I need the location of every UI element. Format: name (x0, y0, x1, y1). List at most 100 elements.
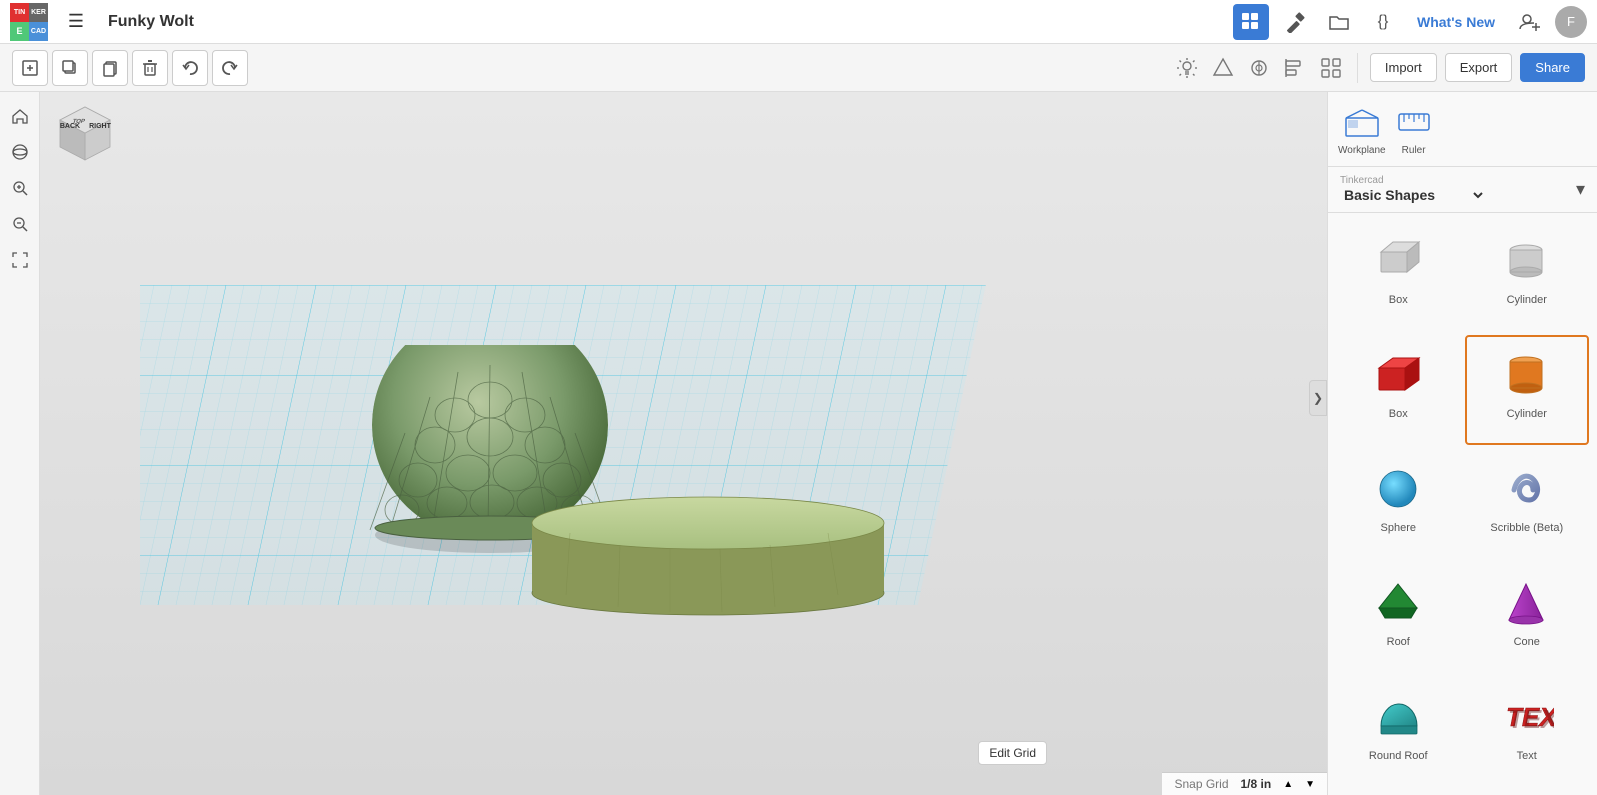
topbar-right: {} What's New F (1233, 4, 1587, 40)
shape-label-sphere: Sphere (1381, 522, 1416, 534)
delete-icon (141, 59, 159, 77)
logo-tin: TIN (10, 3, 29, 22)
import-button[interactable]: Import (1370, 53, 1437, 82)
shape-item-cylinder-orange[interactable]: Cylinder (1465, 335, 1590, 445)
shape-icon-roof (1368, 573, 1428, 633)
workplane-button[interactable]: Workplane (1338, 102, 1386, 156)
toolbar: Import Export Share (0, 44, 1597, 92)
snap-grid-down[interactable]: ▼ (1305, 779, 1315, 790)
disk-shape[interactable] (520, 445, 900, 625)
cone-svg (1499, 576, 1554, 631)
panel-collapse-button[interactable]: ❯ (1309, 380, 1327, 416)
shape-item-roundroof[interactable]: Round Roof (1336, 677, 1461, 787)
export-button[interactable]: Export (1445, 53, 1513, 82)
shapes-category-header: Tinkercad Basic Shapes Letters & Numbers… (1328, 167, 1597, 213)
redo-icon (221, 59, 239, 77)
snap-grid-bar: Snap Grid 1/8 in ▲ ▼ (1162, 772, 1327, 795)
edit-grid-button[interactable]: Edit Grid (978, 741, 1047, 765)
divider (1357, 53, 1358, 83)
logo-e: E (10, 22, 29, 41)
shape-item-sphere[interactable]: Sphere (1336, 449, 1461, 559)
project-name: Funky Wolt (108, 13, 194, 31)
shape-icon-box-gray (1368, 231, 1428, 291)
align-icon[interactable] (1209, 54, 1237, 82)
whats-new-button[interactable]: What's New (1409, 10, 1503, 34)
viewport[interactable]: RIGHT BACK TOP (40, 92, 1327, 795)
folder-icon (1328, 11, 1350, 33)
category-dropdown-button[interactable]: ▾ (1576, 179, 1585, 200)
snap-grid-label: Snap Grid (1174, 777, 1228, 791)
shape-item-cylinder-gray[interactable]: Cylinder (1465, 221, 1590, 331)
align-left-shapes-icon (1284, 57, 1306, 79)
duplicate-icon (61, 59, 79, 77)
shape-item-box-red[interactable]: Box (1336, 335, 1461, 445)
fit-view-icon (11, 251, 29, 269)
shape-label-box-gray: Box (1389, 294, 1408, 306)
folder-icon-button[interactable] (1321, 4, 1357, 40)
snap-grid-up[interactable]: ▲ (1283, 779, 1293, 790)
home-icon (11, 107, 29, 125)
shape-item-roof[interactable]: Roof (1336, 563, 1461, 673)
orbit-icon (11, 143, 29, 161)
zoom-out-icon (11, 215, 29, 233)
group-shapes-icon (1320, 57, 1342, 79)
shape-item-box-gray[interactable]: Box (1336, 221, 1461, 331)
mirror-shapes-icon (1248, 57, 1270, 79)
right-panel: Workplane Ruler Tinke (1327, 92, 1597, 795)
text-svg: TEXT TEXT (1499, 690, 1554, 745)
workplane-label: Workplane (1338, 145, 1386, 156)
menu-icon[interactable]: ☰ (58, 4, 94, 40)
shape-icon-box-red (1368, 345, 1428, 405)
shape-icon-text: TEXT TEXT (1497, 687, 1557, 747)
shape-item-text[interactable]: TEXT TEXT Text (1465, 677, 1590, 787)
grid-apps-icon (1241, 12, 1261, 32)
logo-ker: KER (29, 3, 48, 22)
roof-svg (1371, 576, 1426, 631)
share-button[interactable]: Share (1520, 53, 1585, 82)
duplicate-button[interactable] (52, 50, 88, 86)
code-braces-icon: {} (1378, 13, 1389, 31)
category-select[interactable]: Basic Shapes Letters & Numbers Connector… (1340, 186, 1486, 204)
align-left-icon[interactable] (1281, 54, 1309, 82)
workplane-icon (1342, 102, 1382, 142)
light-icon[interactable] (1173, 54, 1201, 82)
undo-button[interactable] (172, 50, 208, 86)
shape-label-box-red: Box (1389, 408, 1408, 420)
ruler-icon (1394, 102, 1434, 142)
mirror-icon[interactable] (1245, 54, 1273, 82)
delete-button[interactable] (132, 50, 168, 86)
undo-icon (181, 59, 199, 77)
toolbar-right: Import Export Share (1173, 53, 1585, 83)
box-red-svg (1371, 348, 1426, 403)
fit-view-button[interactable] (6, 246, 34, 274)
redo-button[interactable] (212, 50, 248, 86)
objects-container (40, 92, 1327, 795)
ruler-button[interactable]: Ruler (1394, 102, 1434, 156)
code-icon-button[interactable]: {} (1365, 4, 1401, 40)
shape-icon-cylinder-orange (1497, 345, 1557, 405)
light-bulb-icon (1176, 57, 1198, 79)
orbit-button[interactable] (6, 138, 34, 166)
home-view-button[interactable] (6, 102, 34, 130)
box-gray-svg (1371, 234, 1426, 289)
add-account-button[interactable] (1511, 4, 1547, 40)
tinkercad-logo[interactable]: TIN KER E CAD (10, 3, 48, 41)
apps-icon-button[interactable] (1233, 4, 1269, 40)
shape-label-roof: Roof (1387, 636, 1410, 648)
zoom-in-button[interactable] (6, 174, 34, 202)
ruler-svg (1394, 102, 1434, 142)
zoom-out-button[interactable] (6, 210, 34, 238)
user-avatar[interactable]: F (1555, 6, 1587, 38)
shape-item-cone[interactable]: Cone (1465, 563, 1590, 673)
shape-label-cylinder-orange: Cylinder (1507, 408, 1547, 420)
zoom-in-icon (11, 179, 29, 197)
sphere-svg (1371, 462, 1426, 517)
design-icon-button[interactable] (1277, 4, 1313, 40)
group-icon[interactable] (1317, 54, 1345, 82)
copy-button[interactable] (92, 50, 128, 86)
new-design-button[interactable] (12, 50, 48, 86)
shape-item-scribble[interactable]: Scribble (Beta) (1465, 449, 1590, 559)
shape-icon-cone (1497, 573, 1557, 633)
shape-icon-scribble (1497, 459, 1557, 519)
cylinder-orange-svg (1499, 348, 1554, 403)
